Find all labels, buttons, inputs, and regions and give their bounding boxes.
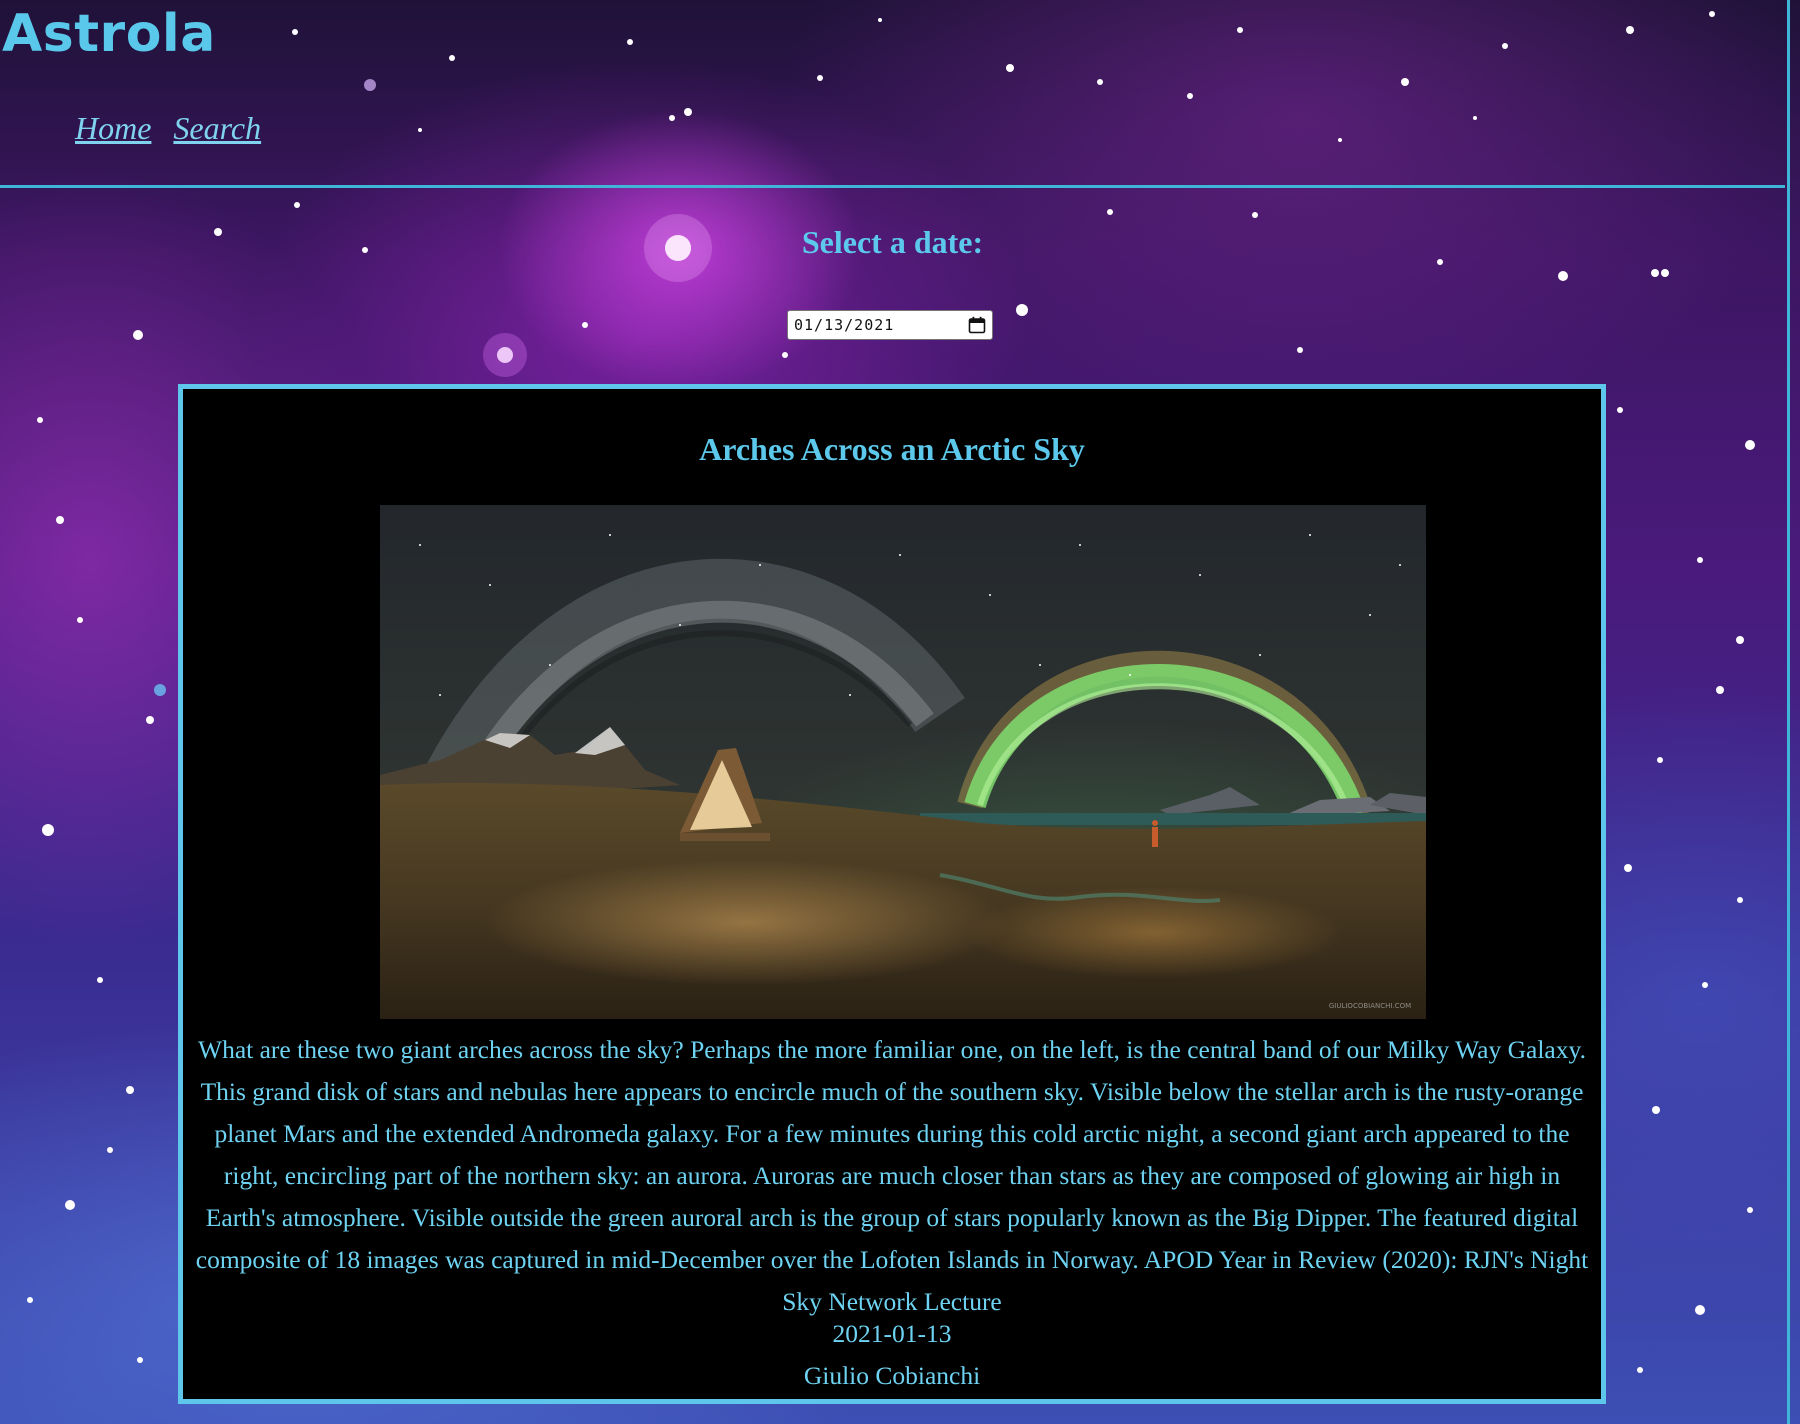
date-input-value[interactable]: 01/13/2021 [794, 316, 894, 334]
apod-photo-art: GIULIOCOBIANCHI.COM [380, 505, 1426, 1019]
nav-link-search[interactable]: Search [173, 110, 261, 147]
apod-explanation: What are these two giant arches across t… [195, 1035, 1589, 1316]
brand-logo[interactable]: Astrola [2, 4, 216, 64]
date-picker-label: Select a date: [801, 224, 984, 260]
apod-card: Arches Across an Arctic Sky GIULIOCOBIAN… [178, 384, 1606, 1404]
main-nav: Home Search [75, 110, 261, 147]
apod-copyright: Giulio Cobianchi [803, 1361, 981, 1390]
apod-title: Arches Across an Arctic Sky [699, 431, 1085, 467]
page-right-rule [1787, 0, 1790, 1424]
photo-watermark: GIULIOCOBIANCHI.COM [1329, 1002, 1411, 1010]
nav-link-home[interactable]: Home [75, 110, 151, 147]
site-header: Astrola Home Search [0, 0, 1785, 188]
date-input[interactable]: 01/13/2021 [787, 310, 993, 340]
apod-date: 2021-01-13 [832, 1319, 952, 1348]
apod-photo: GIULIOCOBIANCHI.COM [380, 505, 1426, 1019]
calendar-icon[interactable] [968, 316, 986, 334]
